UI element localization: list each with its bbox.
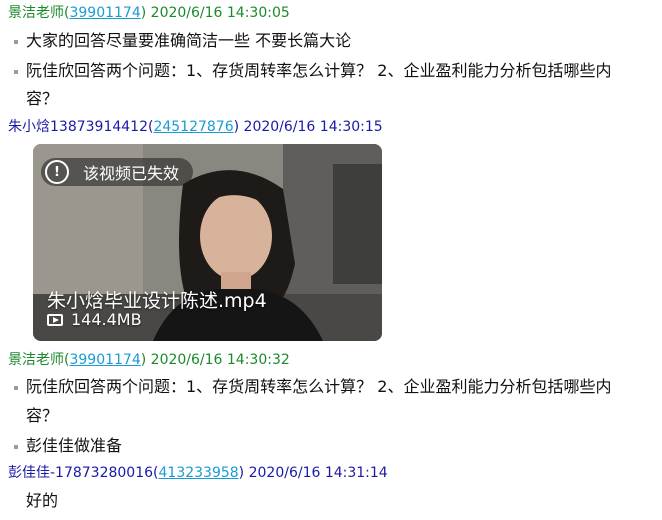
sender-id-link[interactable]: 39901174: [69, 352, 140, 368]
sender-id-link[interactable]: 413233958: [159, 465, 239, 481]
video-status: 该视频已失效: [83, 164, 180, 183]
sender-name: 景洁老师: [8, 352, 64, 368]
message-header-4: 彭佳佳-17873280016(413233958) 2020/6/16 14:…: [8, 465, 388, 481]
sender-name: 景洁老师: [8, 5, 64, 21]
sender-name: 朱小焓13873914412: [8, 119, 148, 135]
message-line: 阮佳欣回答两个问题：1、存货周转率怎么计算？ 2、企业盈利能力分析包括哪些内: [14, 375, 611, 399]
sender-name: 彭佳佳-17873280016: [8, 465, 154, 481]
video-size: 144.4MB: [71, 310, 142, 329]
bullet-icon: [14, 70, 18, 74]
timestamp: 2020/6/16 14:31:14: [248, 465, 388, 481]
video-attachment[interactable]: ! 该视频已失效 朱小焓毕业设计陈述.mp4 144.4MB: [33, 144, 382, 341]
message-header-2: 朱小焓13873914412(245127876) 2020/6/16 14:3…: [8, 119, 383, 135]
message-line-continued: 容？: [26, 89, 59, 108]
sender-id-link[interactable]: 245127876: [153, 119, 233, 135]
message-line: 阮佳欣回答两个问题：1、存货周转率怎么计算？ 2、企业盈利能力分析包括哪些内: [14, 59, 611, 83]
exclamation-icon: !: [45, 160, 69, 184]
message-header-1: 景洁老师(39901174) 2020/6/16 14:30:05: [8, 5, 290, 21]
message-header-3: 景洁老师(39901174) 2020/6/16 14:30:32: [8, 352, 290, 368]
video-play-icon: [47, 313, 63, 326]
message-line: 好的: [26, 491, 59, 510]
timestamp: 2020/6/16 14:30:15: [243, 119, 383, 135]
bullet-icon: [14, 40, 18, 44]
video-filename: 朱小焓毕业设计陈述.mp4: [47, 290, 267, 312]
message-line: 大家的回答尽量要准确简洁一些 不要长篇大论: [14, 29, 351, 53]
timestamp: 2020/6/16 14:30:05: [150, 5, 290, 21]
message-line-continued: 容？: [26, 406, 59, 425]
timestamp: 2020/6/16 14:30:32: [150, 352, 290, 368]
video-size-row: 144.4MB: [47, 310, 142, 329]
bullet-icon: [14, 386, 18, 390]
sender-id-link[interactable]: 39901174: [69, 5, 140, 21]
message-line: 彭佳佳做准备: [14, 434, 122, 458]
bullet-icon: [14, 445, 18, 449]
video-expired-badge: ! 该视频已失效: [41, 158, 194, 186]
